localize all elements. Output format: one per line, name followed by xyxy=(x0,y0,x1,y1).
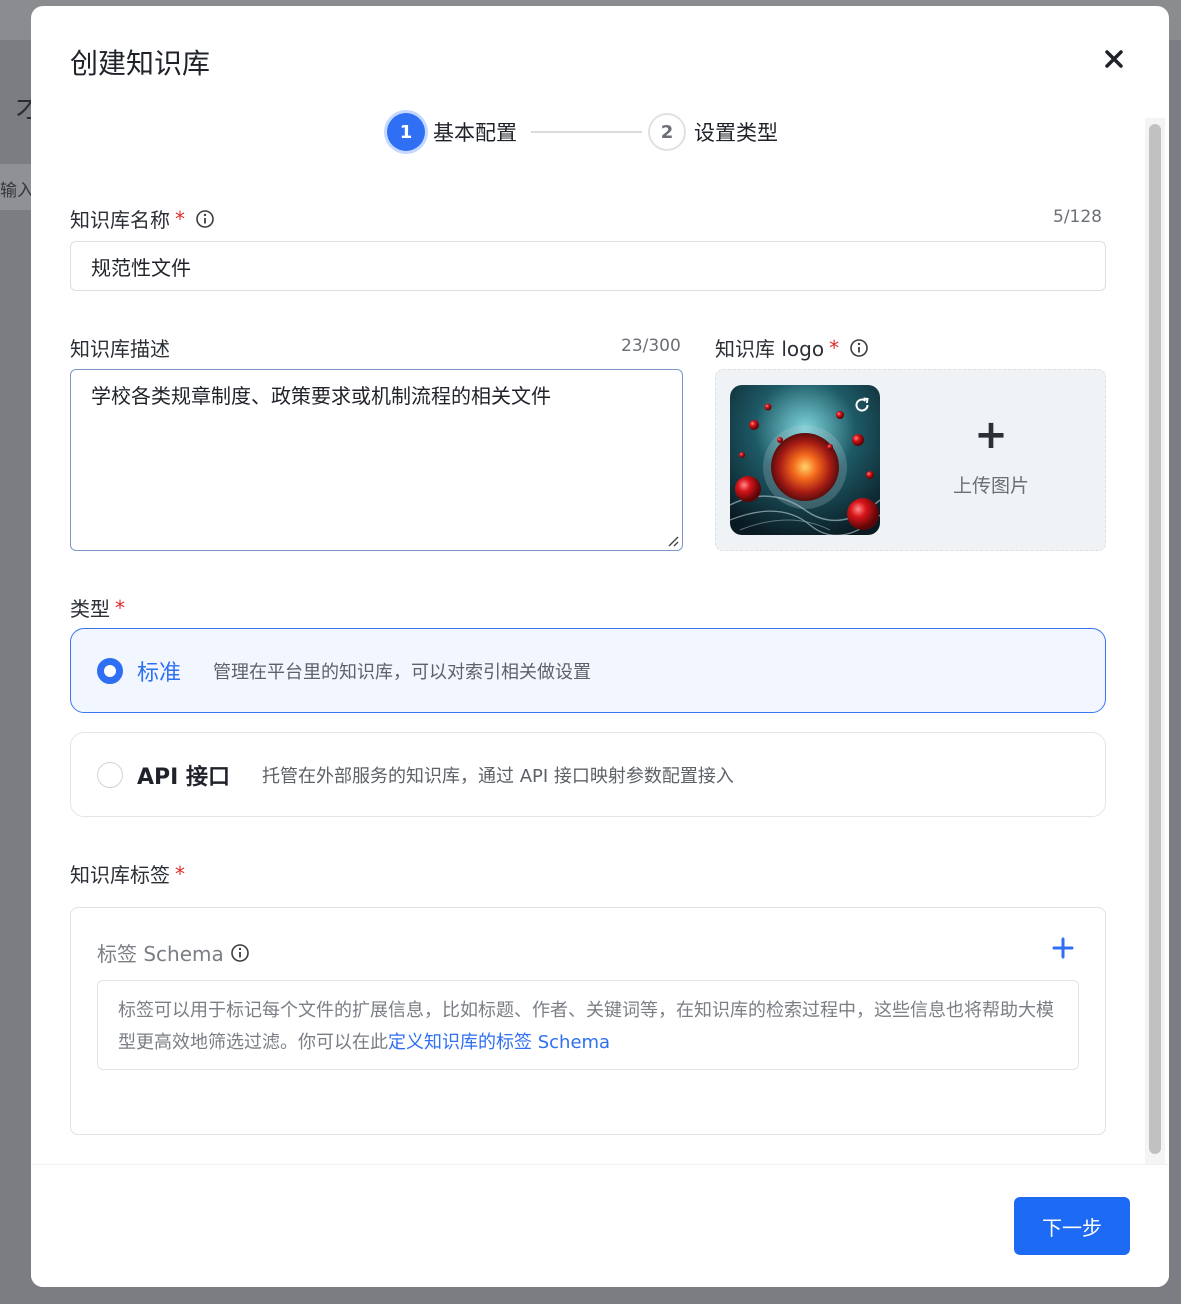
type-option-api[interactable]: API 接口 托管在外部服务的知识库，通过 API 接口映射参数配置接入 xyxy=(70,732,1106,817)
required-mark: * xyxy=(115,595,125,620)
add-schema-icon[interactable] xyxy=(1051,936,1075,960)
option-title: 标准 xyxy=(137,660,182,686)
description-text: 学校各类规章制度、政策要求或机制流程的相关文件 xyxy=(91,384,551,408)
description-label: 知识库描述 xyxy=(70,333,170,362)
next-step-button[interactable]: 下一步 xyxy=(1014,1197,1130,1255)
name-input[interactable]: 规范性文件 xyxy=(70,241,1106,291)
schema-label: 标签 Schema xyxy=(97,938,250,967)
step-set-type: 2 设置类型 xyxy=(648,113,778,151)
name-label-text: 知识库名称 xyxy=(70,208,170,232)
name-label: 知识库名称 * xyxy=(70,204,215,233)
info-icon[interactable] xyxy=(849,338,869,358)
tag-schema-panel: 标签 Schema 标签可以用于标记每个文件的扩展信息，比如标题、作者、关键词等… xyxy=(70,907,1106,1135)
name-counter: 5/128 xyxy=(1053,207,1102,227)
schema-hint: 标签可以用于标记每个文件的扩展信息，比如标题、作者、关键词等，在知识库的检索过程… xyxy=(97,980,1079,1070)
upload-image-button[interactable]: + 上传图片 xyxy=(926,415,1056,498)
info-icon[interactable] xyxy=(195,209,215,229)
option-description: 管理在平台里的知识库，可以对索引相关做设置 xyxy=(213,661,592,683)
resize-handle-icon[interactable] xyxy=(667,535,679,547)
type-label: 类型 * xyxy=(70,593,125,622)
step-number: 2 xyxy=(648,113,686,151)
description-counter: 23/300 xyxy=(621,336,681,356)
tags-label: 知识库标签 * xyxy=(70,859,185,888)
step-label: 设置类型 xyxy=(694,121,778,145)
type-option-standard[interactable]: 标准 管理在平台里的知识库，可以对索引相关做设置 xyxy=(70,628,1106,713)
dialog-title: 创建知识库 xyxy=(70,47,211,80)
option-title: API 接口 xyxy=(137,764,230,790)
radio-unselected[interactable] xyxy=(97,761,123,788)
close-button[interactable] xyxy=(1099,44,1129,74)
step-number: 1 xyxy=(387,113,425,151)
description-textarea[interactable]: 学校各类规章制度、政策要求或机制流程的相关文件 xyxy=(70,369,683,551)
option-description: 托管在外部服务的知识库，通过 API 接口映射参数配置接入 xyxy=(262,765,734,787)
create-knowledge-base-dialog: 创建知识库 1 基本配置 2 设置类型 知识库名称 * 5/128 规范性文件 … xyxy=(31,6,1169,1287)
description-label-text: 知识库描述 xyxy=(70,337,170,361)
required-mark: * xyxy=(829,335,840,360)
logo-label: 知识库 logo * xyxy=(715,333,869,362)
refresh-icon[interactable] xyxy=(852,395,872,415)
logo-label-text: 知识库 logo xyxy=(715,337,825,361)
tags-label-text: 知识库标签 xyxy=(70,863,170,887)
required-mark: * xyxy=(175,861,185,886)
logo-image[interactable] xyxy=(730,385,880,535)
logo-upload-area: + 上传图片 xyxy=(715,369,1106,551)
plus-icon: + xyxy=(974,412,1008,458)
close-icon xyxy=(1105,50,1123,68)
dialog-footer xyxy=(31,1164,1169,1287)
upload-label: 上传图片 xyxy=(952,475,1029,497)
required-mark: * xyxy=(175,206,185,231)
step-label: 基本配置 xyxy=(433,121,517,145)
step-basic-config: 1 基本配置 xyxy=(387,113,517,151)
info-icon[interactable] xyxy=(230,943,250,963)
step-connector xyxy=(531,131,642,133)
radio-selected[interactable] xyxy=(97,657,123,684)
define-schema-link[interactable]: 定义知识库的标签 Schema xyxy=(388,1032,610,1053)
scrollbar-thumb[interactable] xyxy=(1149,124,1161,1154)
schema-label-text: 标签 Schema xyxy=(97,942,224,966)
type-label-text: 类型 xyxy=(70,597,110,621)
